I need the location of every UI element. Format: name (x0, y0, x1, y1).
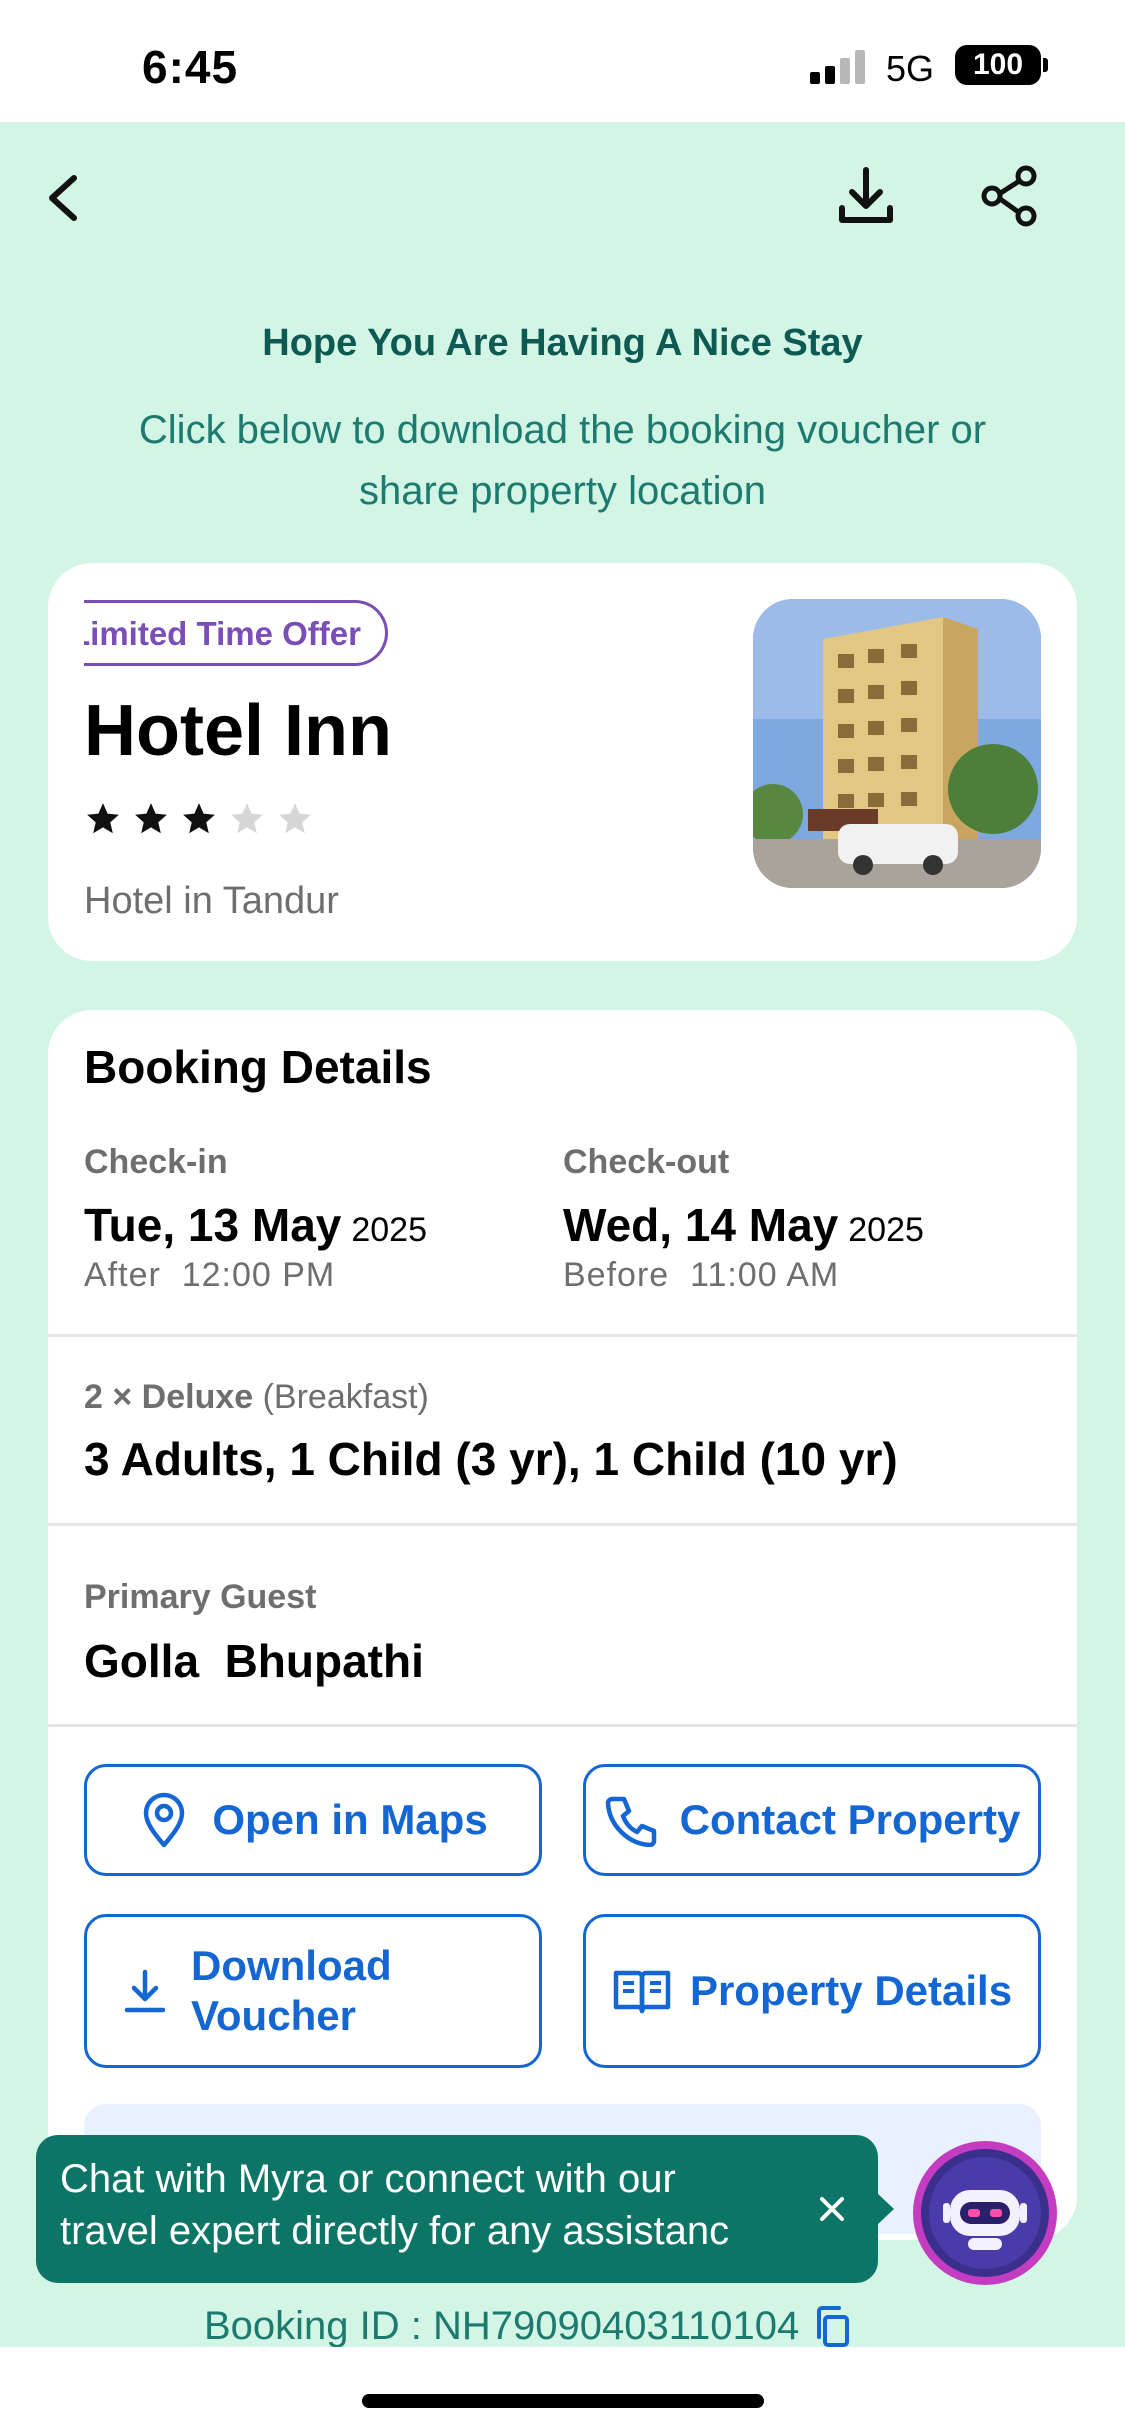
checkout-time: Before 11:00 AM (563, 1256, 840, 1294)
phone-icon (605, 1796, 656, 1847)
stay-greeting-title: Hope You Are Having A Nice Stay (262, 322, 863, 364)
hotel-name: Hotel Inn (84, 691, 392, 771)
guest-count: 3 Adults, 1 Child (3 yr), 1 Child (10 yr… (84, 1433, 898, 1485)
home-indicator[interactable] (362, 2394, 764, 2408)
stay-greeting-subtitle: Click below to download the booking vouc… (100, 400, 1025, 522)
download-voucher-line-2: Voucher (191, 1992, 356, 2039)
booking-details-title: Booking Details (84, 1041, 432, 1093)
map-pin-icon (144, 1792, 185, 1848)
status-bar: 6:45 5G 100 (0, 0, 1125, 122)
download-icon (124, 1969, 166, 2013)
download-icon (839, 167, 893, 223)
share-icon (981, 165, 1037, 227)
divider (48, 1724, 1077, 1727)
primary-guest-name: Golla Bhupathi (84, 1635, 424, 1687)
toast-close-button[interactable] (806, 2183, 858, 2235)
battery-level: 100 (972, 48, 1024, 81)
checkin-date-text: Tue, 13 May (84, 1199, 342, 1251)
property-details-label: Property Details (689, 1967, 1013, 2014)
star-empty-icon (279, 803, 311, 834)
divider (48, 1523, 1077, 1526)
checkin-year: 2025 (351, 1211, 427, 1249)
checkout-label: Check-out (563, 1143, 730, 1181)
battery-tip (1043, 58, 1048, 72)
checkout-date: Wed, 14 May 2025 (563, 1198, 924, 1252)
room-type: 2 × Deluxe (84, 1378, 254, 1416)
hotel-building-image (753, 599, 1041, 888)
offer-badge-label: Limited Time Offer (84, 615, 361, 652)
meal-plan: (Breakfast) (262, 1378, 429, 1416)
back-button[interactable] (28, 162, 100, 234)
checkin-label: Check-in (84, 1143, 228, 1181)
chat-toast[interactable]: Chat with Myra or connect with our trave… (36, 2135, 878, 2283)
open-in-maps-button[interactable]: Open in Maps (84, 1764, 542, 1876)
network-type: 5G (886, 48, 935, 89)
star-filled-icon (183, 803, 215, 834)
hotel-photo[interactable] (753, 599, 1041, 888)
star-rating (84, 800, 314, 838)
booking-id[interactable]: Booking ID : NH79090403110104 (204, 2304, 853, 2349)
chat-toast-line-2: travel expert directly for any assistanc (60, 2209, 730, 2253)
checkout-year: 2025 (848, 1211, 924, 1249)
subtitle-line-1: Click below to download the booking vouc… (138, 408, 987, 452)
hotel-location: Hotel in Tandur (84, 880, 339, 922)
toast-pointer (876, 2192, 894, 2226)
checkout-date-text: Wed, 14 May (563, 1199, 839, 1251)
download-button[interactable] (830, 160, 902, 232)
chevron-left-icon (49, 175, 77, 221)
room-info: 2 × Deluxe (Breakfast) (84, 1378, 429, 1417)
property-details-button[interactable]: Property Details (583, 1914, 1041, 2068)
open-in-maps-label: Open in Maps (212, 1796, 488, 1843)
battery-icon: 100 (955, 45, 1041, 85)
download-voucher-label: Download Voucher (191, 1941, 392, 2041)
offer-badge: Limited Time Offer (84, 600, 388, 666)
star-filled-icon (135, 803, 167, 834)
primary-guest-label: Primary Guest (84, 1578, 317, 1616)
star-filled-icon (87, 803, 119, 834)
checkin-date: Tue, 13 May 2025 (84, 1198, 427, 1252)
subtitle-line-2: share property location (359, 469, 766, 513)
close-icon (820, 2197, 844, 2221)
star-empty-icon (231, 803, 263, 834)
share-button[interactable] (974, 160, 1046, 232)
copy-icon[interactable] (813, 2305, 853, 2349)
book-icon (613, 1970, 671, 2014)
divider (48, 1334, 1077, 1337)
bottom-safe-area (0, 2347, 1125, 2436)
robot-icon (913, 2141, 1057, 2285)
booking-id-text: Booking ID : NH79090403110104 (204, 2304, 800, 2348)
checkin-time: After 12:00 PM (84, 1256, 336, 1294)
status-time: 6:45 (142, 41, 239, 93)
myra-chatbot-button[interactable] (910, 2138, 1060, 2288)
download-voucher-button[interactable]: Download Voucher (84, 1914, 542, 2068)
contact-property-label: Contact Property (679, 1796, 1021, 1843)
contact-property-button[interactable]: Contact Property (583, 1764, 1041, 1876)
chat-toast-line-1: Chat with Myra or connect with our (60, 2157, 676, 2201)
download-voucher-line-1: Download (191, 1942, 392, 1989)
chat-toast-message: Chat with Myra or connect with our trave… (60, 2153, 800, 2257)
signal-icon (810, 50, 870, 84)
